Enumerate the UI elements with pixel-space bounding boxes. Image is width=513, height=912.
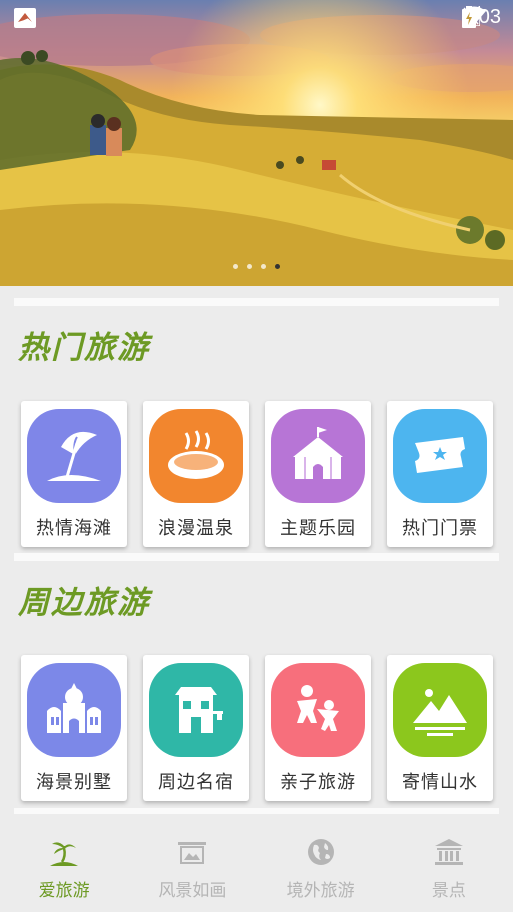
nav-tab-love-travel[interactable]: 爱旅游 [0,816,128,912]
banner-carousel[interactable]: 5:03 [0,0,513,286]
family-icon [271,663,365,757]
nav-tab-attractions[interactable]: 景点 [385,816,513,912]
nav-tab-scenery[interactable]: 风景如画 [128,816,256,912]
category-label: 周边名宿 [158,772,234,793]
beach-umbrella-icon [27,409,121,503]
category-label: 浪漫温泉 [158,518,234,539]
carousel-dot-active[interactable] [275,264,280,269]
app-notification-icon [14,8,36,28]
battery-charging-icon [462,6,477,28]
nav-label: 风景如画 [158,881,227,901]
nav-tab-overseas[interactable]: 境外旅游 [257,816,385,912]
category-card-hot-spring[interactable]: 浪漫温泉 [143,401,249,547]
category-label: 热情海滩 [36,518,112,539]
category-label: 主题乐园 [280,518,356,539]
villa-icon [27,663,121,757]
category-label: 热门门票 [402,518,478,539]
category-card-theme-park[interactable]: 主题乐园 [265,401,371,547]
nearby-travel-grid: 海景别墅 周边名宿 亲子旅游 寄情山水 [21,655,493,801]
category-card-mountains[interactable]: 寄情山水 [387,655,493,801]
category-card-beach[interactable]: 热情海滩 [21,401,127,547]
section-divider [14,298,499,306]
category-label: 亲子旅游 [280,772,356,793]
section-divider [14,553,499,561]
category-card-tickets[interactable]: 热门门票 [387,401,493,547]
landmark-icon [433,836,465,868]
banner-image [0,0,513,286]
category-card-villa[interactable]: 海景别墅 [21,655,127,801]
bottom-navigation: 爱旅游 风景如画 境外旅游 景点 [0,816,513,912]
ticket-icon [393,409,487,503]
circus-tent-icon [271,409,365,503]
globe-icon [305,836,337,868]
guesthouse-icon [149,663,243,757]
nav-label: 境外旅游 [286,881,355,901]
section-title-nearby-travel: 周边旅游 [18,585,150,621]
palm-island-icon [48,836,80,868]
category-label: 寄情山水 [402,772,478,793]
carousel-indicator [0,264,513,269]
picture-frame-icon [176,836,208,868]
category-card-guesthouse[interactable]: 周边名宿 [143,655,249,801]
nav-label: 爱旅游 [38,881,90,901]
category-card-family-travel[interactable]: 亲子旅游 [265,655,371,801]
carousel-dot[interactable] [261,264,266,269]
status-bar: 5:03 [0,0,513,36]
mountain-icon [393,663,487,757]
section-divider [14,808,499,814]
carousel-dot[interactable] [247,264,252,269]
category-label: 海景别墅 [36,772,112,793]
hot-spring-icon [149,409,243,503]
nav-label: 景点 [431,881,466,901]
carousel-dot[interactable] [233,264,238,269]
section-title-hot-travel: 热门旅游 [18,330,150,366]
hot-travel-grid: 热情海滩 浪漫温泉 主题乐园 热门门票 [21,401,493,547]
